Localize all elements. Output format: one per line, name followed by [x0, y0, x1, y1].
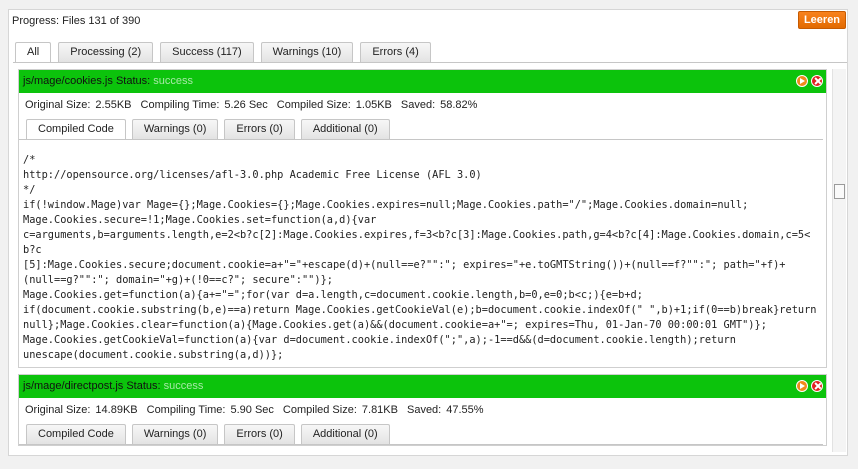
scrollbar[interactable]	[832, 69, 846, 452]
status-value: success	[163, 380, 204, 392]
tab-success[interactable]: Success (117)	[160, 42, 254, 62]
file-list: js/mage/cookies.js Status: success Origi…	[18, 69, 827, 452]
tab-divider	[13, 62, 847, 63]
original-size-label: Original Size:	[25, 99, 91, 111]
tab-errors[interactable]: Errors (4)	[360, 42, 431, 62]
tab-warnings[interactable]: Warnings (10)	[260, 42, 354, 62]
compiled-code: /* http://opensource.org/licenses/afl-3.…	[23, 154, 817, 361]
file-sub-tabs: Compiled Code Warnings (0) Errors (0) Ad…	[19, 422, 823, 445]
file-header: js/mage/cookies.js Status: success	[19, 70, 826, 93]
main-tabs: All Processing (2) Success (117) Warning…	[15, 42, 431, 63]
arrow-right-icon[interactable]	[796, 380, 808, 392]
status-label: Status:	[115, 75, 151, 87]
progress-panel: Progress: Files 131 of 390 Leeren All Pr…	[8, 9, 848, 456]
file-stats: Original Size: 14.89KB Compiling Time: 5…	[19, 398, 826, 422]
saved-label: Saved:	[406, 404, 442, 416]
close-icon[interactable]	[811, 75, 823, 87]
status-label: Status:	[126, 380, 161, 392]
status-value: success	[153, 75, 193, 87]
compiling-time-value: 5.90 Sec	[230, 404, 274, 416]
file-block: js/mage/directpost.js Status: success Or…	[18, 374, 827, 446]
compiled-size-label: Compiled Size:	[282, 404, 357, 416]
file-block: js/mage/cookies.js Status: success Origi…	[18, 69, 827, 368]
compiling-time-label: Compiling Time:	[140, 99, 220, 111]
clear-button[interactable]: Leeren	[798, 11, 846, 29]
progress-text: Progress: Files 131 of 390	[12, 15, 141, 27]
arrow-right-icon[interactable]	[796, 75, 808, 87]
file-name: js/mage/directpost.js	[23, 380, 124, 392]
saved-value: 58.82%	[440, 99, 478, 111]
tab-all[interactable]: All	[15, 42, 52, 63]
tab-compiled-code[interactable]: Compiled Code	[26, 424, 126, 444]
original-size-value: 14.89KB	[95, 404, 138, 416]
saved-label: Saved:	[400, 99, 436, 111]
compiling-time-value: 5.26 Sec	[224, 99, 268, 111]
compiled-size-value: 7.81KB	[361, 404, 398, 416]
tab-additional[interactable]: Additional (0)	[300, 424, 390, 444]
compiled-size-value: 1.05KB	[355, 99, 392, 111]
file-sub-tabs: Compiled Code Warnings (0) Errors (0) Ad…	[19, 117, 823, 140]
saved-value: 47.55%	[446, 404, 484, 416]
compiled-size-label: Compiled Size:	[276, 99, 351, 111]
file-header: js/mage/directpost.js Status: success	[19, 375, 826, 398]
tab-additional[interactable]: Additional (0)	[300, 119, 390, 139]
compiling-time-label: Compiling Time:	[146, 404, 226, 416]
tab-processing[interactable]: Processing (2)	[58, 42, 154, 62]
tab-errors[interactable]: Errors (0)	[224, 119, 295, 139]
tab-compiled-code[interactable]: Compiled Code	[26, 119, 126, 139]
tab-errors[interactable]: Errors (0)	[224, 424, 295, 444]
scrollbar-thumb[interactable]	[834, 184, 845, 199]
tab-warnings[interactable]: Warnings (0)	[131, 424, 219, 444]
file-stats: Original Size: 2.55KB Compiling Time: 5.…	[19, 93, 826, 117]
tab-warnings[interactable]: Warnings (0)	[131, 119, 219, 139]
file-header-actions	[796, 380, 823, 392]
original-size-value: 2.55KB	[95, 99, 132, 111]
file-header-actions	[796, 75, 823, 87]
original-size-label: Original Size:	[25, 404, 91, 416]
close-icon[interactable]	[811, 380, 823, 392]
file-name: js/mage/cookies.js	[23, 75, 113, 87]
